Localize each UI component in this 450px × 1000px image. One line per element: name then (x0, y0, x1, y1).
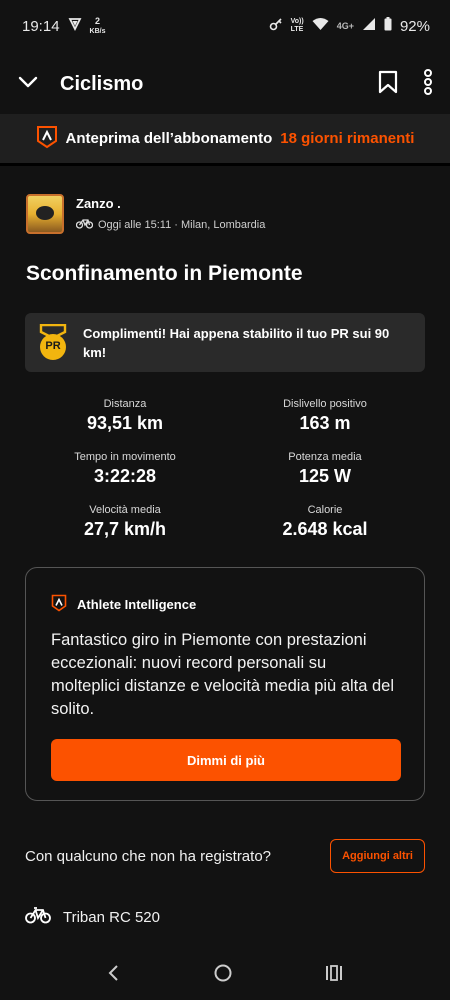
pr-message: Complimenti! Hai appena stabilito il tuo… (83, 325, 390, 360)
stat-elevation: Dislivello positivo 163 m (225, 398, 425, 434)
home-icon[interactable] (214, 964, 232, 987)
stats-grid: Distanza 93,51 km Dislivello positivo 16… (25, 398, 425, 540)
tell-me-more-button[interactable]: Dimmi di più (51, 739, 401, 781)
gear-row[interactable]: Triban RC 520 (25, 906, 160, 928)
data-rate-unit: KB/s (89, 27, 106, 35)
stat-label: Velocità media (89, 504, 161, 516)
athlete-header[interactable]: Zanzo . Oggi alle 15:11 · Milan, Lombard… (26, 194, 265, 234)
strava-shield-icon (36, 125, 58, 153)
subscription-text: Anteprima dell’abbonamento (65, 130, 273, 147)
status-time: 19:14 (22, 17, 60, 35)
activity-title: Sconfinamento in Piemonte (26, 262, 303, 285)
stat-label: Tempo in movimento (74, 451, 176, 463)
stat-label: Calorie (307, 504, 343, 516)
app-header: Ciclismo (0, 56, 450, 112)
add-others-button[interactable]: Aggiungi altri (330, 839, 425, 873)
stat-value: 93,51 km (86, 413, 164, 433)
strava-shield-icon (51, 594, 67, 615)
volte-top: Vo)) (290, 18, 304, 25)
recents-icon[interactable] (325, 964, 343, 986)
volte-indicator: Vo)) LTE (291, 18, 304, 34)
chevron-down-icon[interactable] (18, 75, 38, 94)
subscription-banner[interactable]: Anteprima dell’abbonamento 18 giorni rim… (0, 114, 450, 166)
battery-icon (384, 17, 392, 35)
gear-name: Triban RC 520 (63, 908, 160, 926)
stat-calories: Calorie 2.648 kcal (225, 504, 425, 540)
stat-label: Distanza (103, 398, 147, 410)
bike-icon (75, 217, 94, 232)
page-title: Ciclismo (60, 72, 144, 95)
more-options-icon[interactable] (424, 68, 432, 100)
stat-label: Dislivello positivo (283, 398, 367, 410)
athlete-name[interactable]: Zanzo . (76, 196, 265, 211)
with-others-row: Con qualcuno che non ha registrato? Aggi… (25, 839, 425, 873)
stat-value: 3:22:28 (93, 466, 157, 486)
bookmark-icon[interactable] (378, 70, 398, 99)
stat-distance: Distanza 93,51 km (25, 398, 225, 434)
wifi-icon (312, 17, 329, 35)
subscription-days-left: 18 giorni rimanenti (280, 130, 415, 147)
stat-value: 125 W (298, 466, 352, 486)
pr-badge-label: PR (45, 339, 61, 352)
stat-avg-power: Potenza media 125 W (225, 451, 425, 487)
stat-avg-speed: Velocità media 27,7 km/h (25, 504, 225, 540)
signal-icon (362, 17, 376, 35)
athlete-intelligence-card: Athlete Intelligence Fantastico giro in … (25, 567, 425, 801)
bike-icon (25, 906, 51, 928)
status-bar: 19:14 2 KB/s Vo)) LTE 4G+ 92% (0, 0, 450, 52)
ai-title: Athlete Intelligence (77, 597, 197, 612)
network-type: 4G+ (336, 21, 354, 31)
stat-value: 2.648 kcal (282, 519, 368, 539)
data-rate: 2 KB/s (89, 15, 106, 36)
stat-value: 27,7 km/h (83, 519, 167, 539)
with-others-text: Con qualcuno che non ha registrato? (25, 847, 272, 865)
pr-card[interactable]: PR Complimenti! Hai appena stabilito il … (25, 313, 425, 372)
back-icon[interactable] (107, 964, 121, 987)
pr-medal-icon: PR (37, 323, 69, 362)
avatar[interactable] (26, 194, 64, 234)
stat-label: Potenza media (288, 451, 362, 463)
activity-meta: Oggi alle 15:11 · Milan, Lombardia (98, 218, 266, 231)
volte-bottom: LTE (290, 26, 304, 33)
battery-level: 92% (399, 17, 430, 35)
shield-icon (68, 17, 82, 35)
stat-moving-time: Tempo in movimento 3:22:28 (25, 451, 225, 487)
key-icon (269, 17, 283, 35)
data-rate-value: 2 (95, 15, 101, 26)
ai-summary: Fantastico giro in Piemonte con prestazi… (51, 631, 395, 718)
stat-value: 163 m (299, 413, 351, 433)
system-nav-bar (0, 950, 450, 1000)
